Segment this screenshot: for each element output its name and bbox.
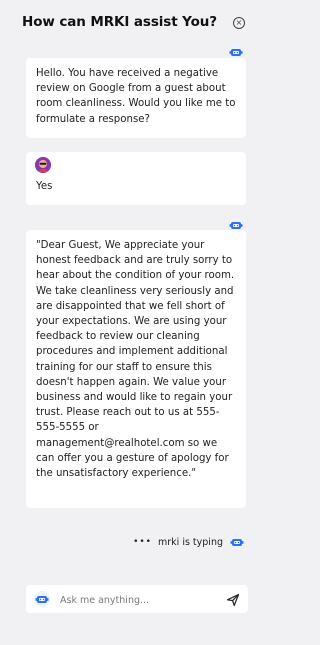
robot-icon: [229, 534, 245, 550]
bot-message: Hello. You have received a negative revi…: [26, 58, 246, 138]
bot-message-text: Hello. You have received a negative revi…: [36, 68, 236, 125]
robot-icon: [34, 591, 50, 607]
typing-dots-icon: •••: [133, 537, 152, 547]
header: How can MRKI assist You? ×: [22, 14, 247, 36]
avatar: [35, 157, 51, 173]
user-message: Yes: [26, 152, 246, 205]
bot-message: "Dear Guest, We appreciate your honest f…: [26, 230, 246, 508]
message-input[interactable]: [58, 591, 212, 609]
assistant-panel: How can MRKI assist You? × Hello. You ha…: [0, 0, 257, 645]
typing-indicator: ••• mrki is typing: [133, 533, 245, 551]
composer: [26, 585, 248, 613]
page-title: How can MRKI assist You?: [22, 14, 218, 30]
send-icon[interactable]: [226, 592, 240, 607]
typing-text: mrki is typing: [158, 536, 223, 548]
bot-message-text: "Dear Guest, We appreciate your honest f…: [36, 240, 235, 480]
close-icon[interactable]: ×: [233, 17, 245, 29]
user-message-text: Yes: [36, 181, 53, 192]
